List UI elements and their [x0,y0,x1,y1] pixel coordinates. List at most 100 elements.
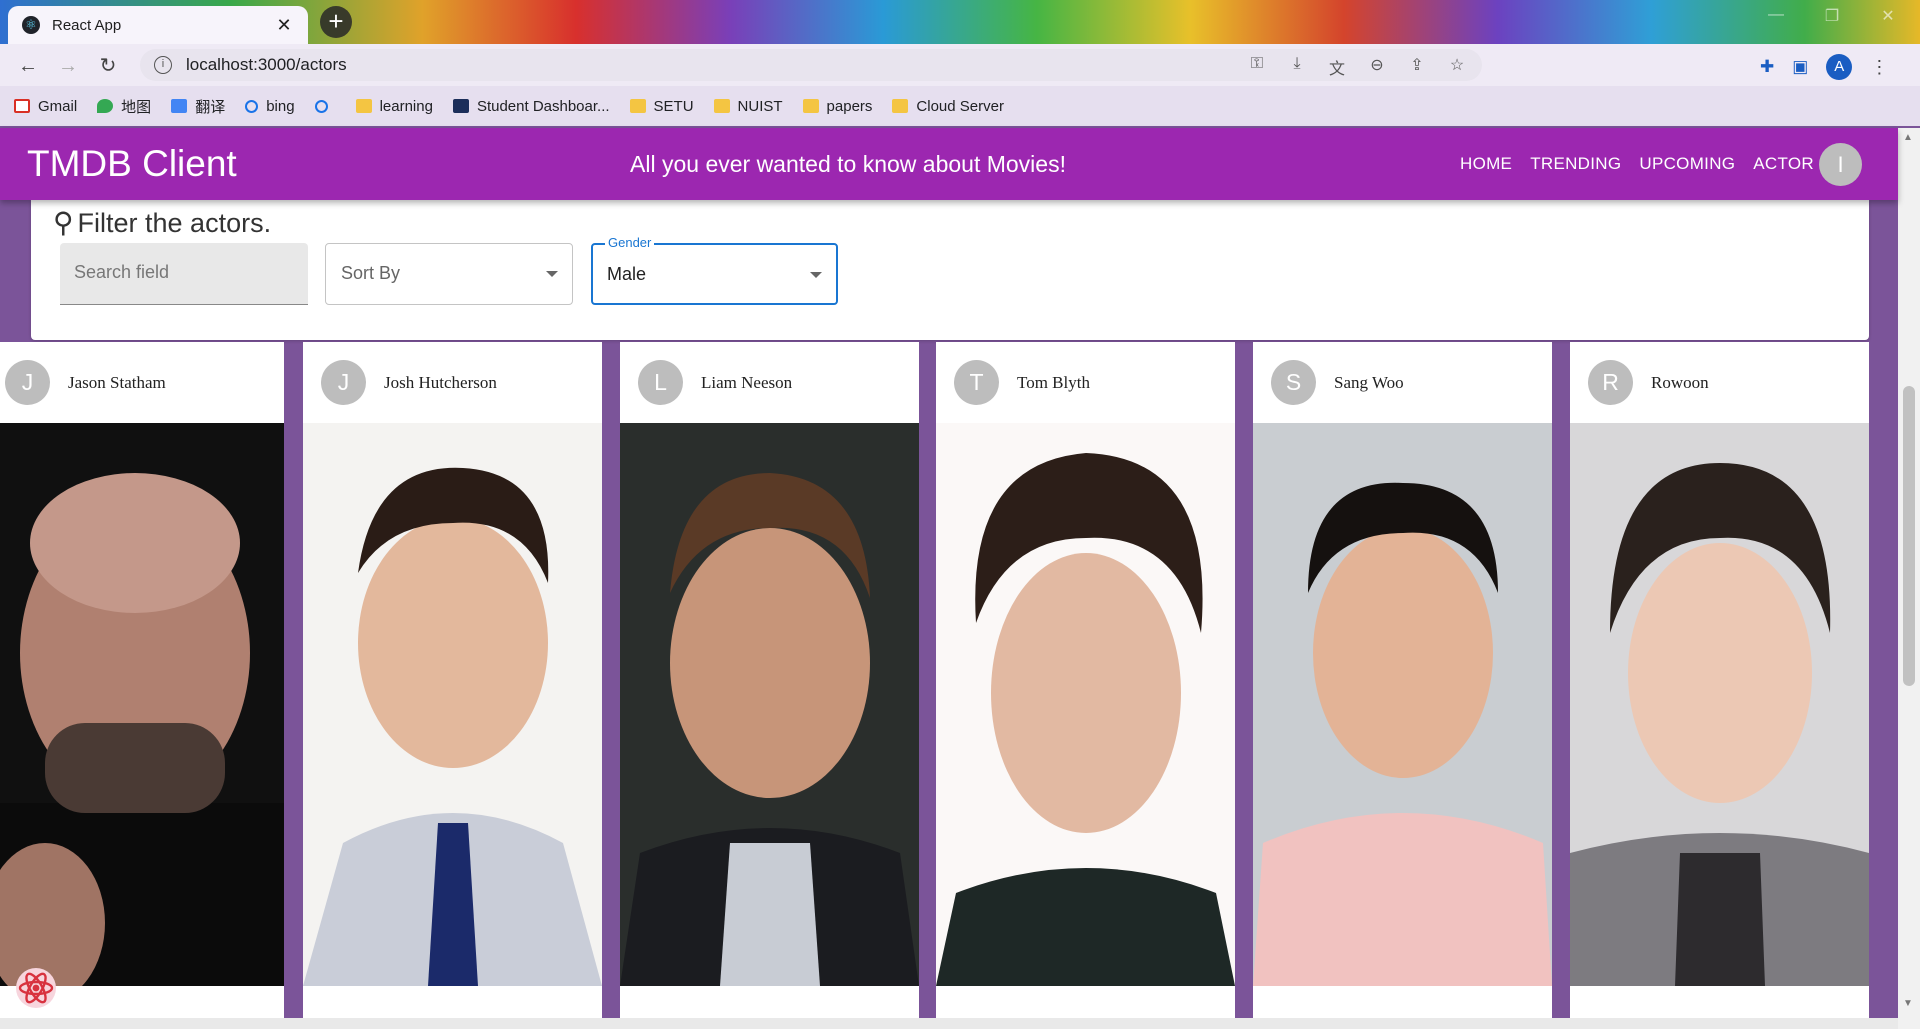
actor-card[interactable]: R Rowoon [1570,342,1869,1029]
bookmark-nuist[interactable]: NUIST [713,98,783,115]
star-icon[interactable]: ☆ [1446,55,1468,79]
folder-icon [355,99,372,113]
actor-card[interactable]: L Liam Neeson [620,342,919,1029]
user-avatar[interactable]: I [1819,143,1862,186]
maps-icon [97,99,114,113]
card-header: J Jason Statham [0,342,284,423]
nav-upcoming[interactable]: UPCOMING [1639,154,1735,174]
actor-name: Jason Statham [68,372,166,392]
chevron-down-icon [810,272,822,278]
actor-photo[interactable] [1253,423,1552,986]
folder-icon [802,99,819,113]
sort-placeholder: Sort By [341,263,401,283]
address-bar[interactable]: i localhost:3000/actors ⚿ ⤓ 文 ⊖ ⇪ ☆ [140,49,1482,81]
actor-card[interactable]: T Tom Blyth [936,342,1235,1029]
search-placeholder: Search field [74,262,170,282]
folder-icon [629,99,646,113]
back-icon[interactable]: ← [14,52,42,80]
install-icon[interactable]: ⤓ [1286,55,1308,79]
actor-card[interactable]: S Sang Woo [1253,342,1552,1029]
card-header: S Sang Woo [1253,342,1552,423]
page-scrollbar[interactable]: ▲ ▼ [1898,128,1920,1029]
actor-photo[interactable] [936,423,1235,986]
card-header: L Liam Neeson [620,342,919,423]
search-input[interactable]: Search field [60,243,308,305]
bookmark-setu[interactable]: SETU [629,98,694,115]
scrollbar-thumb[interactable] [1903,386,1915,686]
nav-actor[interactable]: ACTOR [1753,154,1814,174]
maximize-icon[interactable]: ❐ [1812,6,1852,26]
sidepanel-icon[interactable]: ▣ [1792,57,1808,77]
browser-tab[interactable]: ⚛ React App ✕ [8,6,308,44]
filter-title: ⚲ Filter the actors. [53,207,272,238]
actor-name: Sang Woo [1334,372,1404,392]
avatar: J [321,360,366,405]
actor-name: Rowoon [1651,372,1709,392]
zoom-icon[interactable]: ⊖ [1366,55,1388,79]
horizontal-scrollbar[interactable] [0,1018,1898,1029]
actor-photo[interactable] [620,423,919,986]
actor-card[interactable]: J Jason Statham [0,342,284,1029]
actor-photo[interactable] [1570,423,1869,986]
bookmarks-bar: Gmail 地图 翻译 bing learning Student Dashbo… [0,86,1920,126]
key-icon[interactable]: ⚿ [1246,55,1268,79]
scroll-down-icon[interactable]: ▼ [1903,998,1913,1009]
actor-photo[interactable] [0,423,284,986]
sort-by-select[interactable]: Sort By [325,243,573,305]
actor-name: Tom Blyth [1017,372,1090,392]
address-bar-icons: ⚿ ⤓ 文 ⊖ ⇪ ☆ [1246,55,1468,79]
avatar: S [1271,360,1316,405]
profile-avatar[interactable]: A [1826,54,1853,80]
filter-card: ⚲ Filter the actors. Search field Sort B… [31,200,1869,340]
ez-icon [452,99,469,113]
minimize-icon[interactable]: — [1756,6,1796,24]
browser-toolbar: ← → ↻ i localhost:3000/actors ⚿ ⤓ 文 ⊖ ⇪ … [0,44,1920,86]
actor-photo[interactable] [303,423,602,986]
avatar: T [954,360,999,405]
gmail-icon [14,99,30,113]
window-close-icon[interactable]: ✕ [1868,6,1908,26]
avatar: R [1588,360,1633,405]
bookmark-papers[interactable]: papers [802,98,872,115]
bookmark-learning[interactable]: learning [355,98,433,115]
reload-icon[interactable]: ↻ [94,52,122,80]
bookmark-maps[interactable]: 地图 [97,96,151,117]
bookmark-translate[interactable]: 翻译 [171,96,225,117]
card-header: T Tom Blyth [936,342,1235,423]
bookmark-student-dashboard[interactable]: Student Dashboar... [452,98,610,115]
avatar: L [638,360,683,405]
new-tab-button[interactable]: + [320,6,352,38]
tab-close-icon[interactable]: ✕ [274,15,294,36]
react-devtools-icon[interactable] [14,966,58,1010]
card-header: J Josh Hutcherson [303,342,602,423]
app-header: TMDB Client All you ever wanted to know … [0,128,1898,200]
folder-icon [892,99,909,113]
forward-icon[interactable]: → [54,52,82,80]
browser-titlebar: ⚛ React App ✕ + — ❐ ✕ [0,0,1920,44]
app-tagline: All you ever wanted to know about Movies… [630,151,1066,177]
gender-select[interactable]: Gender Male [591,235,838,305]
nav-trending[interactable]: TRENDING [1530,154,1621,174]
card-header: R Rowoon [1570,342,1869,423]
bookmark-bing[interactable]: bing [245,98,295,115]
menu-icon[interactable]: ⋮ [1870,57,1888,78]
actor-name: Liam Neeson [701,372,793,392]
scroll-up-icon[interactable]: ▲ [1903,132,1913,143]
site-info-icon[interactable]: i [154,56,172,74]
main-nav: HOME TRENDING UPCOMING ACTOR [1460,154,1814,174]
share-icon[interactable]: ⇪ [1406,55,1428,79]
tab-title: React App [52,16,122,34]
chevron-down-icon [546,271,558,277]
extensions-icon[interactable]: ✚ [1760,57,1774,77]
bookmark-gmail[interactable]: Gmail [14,98,77,115]
bookmark-search[interactable] [314,99,336,113]
actor-grid: J Jason Statham J Josh Hutcherson L Liam… [0,342,1898,1029]
url-text: localhost:3000/actors [186,55,347,74]
actor-name: Josh Hutcherson [384,372,497,392]
bookmark-cloud-server[interactable]: Cloud Server [892,98,1004,115]
nav-home[interactable]: HOME [1460,154,1512,174]
translate-icon[interactable]: 文 [1326,55,1348,79]
react-favicon-icon: ⚛ [22,16,40,34]
actor-card[interactable]: J Josh Hutcherson [303,342,602,1029]
translate-icon [171,99,188,113]
